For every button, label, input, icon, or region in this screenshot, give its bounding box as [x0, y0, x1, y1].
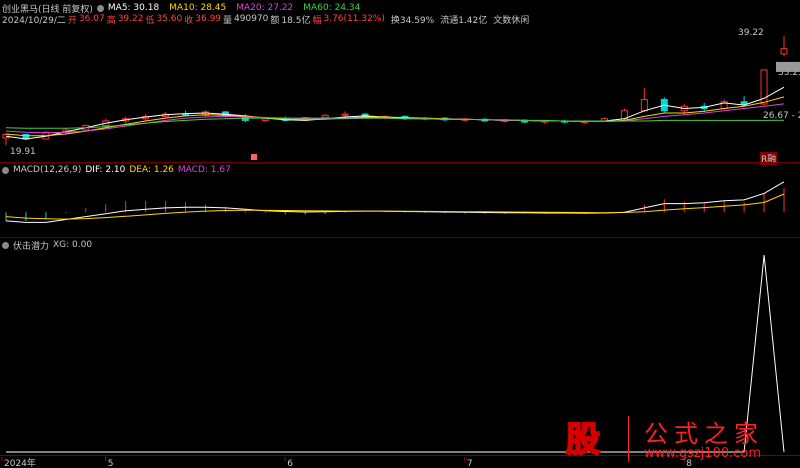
x-tick-label: 2024年: [4, 457, 36, 468]
candle-body: [780, 48, 788, 55]
candle-body: [182, 113, 190, 116]
x-tick-label: 7: [467, 459, 473, 468]
site-watermark-logo: 股 公式之家 www.gszj100.com: [560, 412, 800, 468]
price-tag-box: [776, 61, 800, 72]
logo-divider: [628, 416, 629, 462]
candle-body: [640, 98, 648, 112]
candle-body: [321, 114, 329, 119]
candle-body: [740, 101, 748, 105]
logo-title: 公式之家: [644, 420, 764, 448]
candle-body: [261, 118, 269, 121]
candle-body: [341, 113, 349, 116]
stock-chart-window: 创业黑马(日线 前复权) MA5: 30.18 MA10: 28.45 MA20: …: [0, 0, 800, 468]
logo-gu-glyph: 股: [565, 419, 601, 461]
x-tick-label: 6: [287, 459, 293, 468]
chart-canvas: 2024年 5 6 7 8: [1, 36, 800, 468]
x-tick-label: 5: [108, 459, 114, 468]
logo-url: www.gszj100.com: [644, 446, 762, 461]
macd-line-dea: [5, 193, 785, 220]
